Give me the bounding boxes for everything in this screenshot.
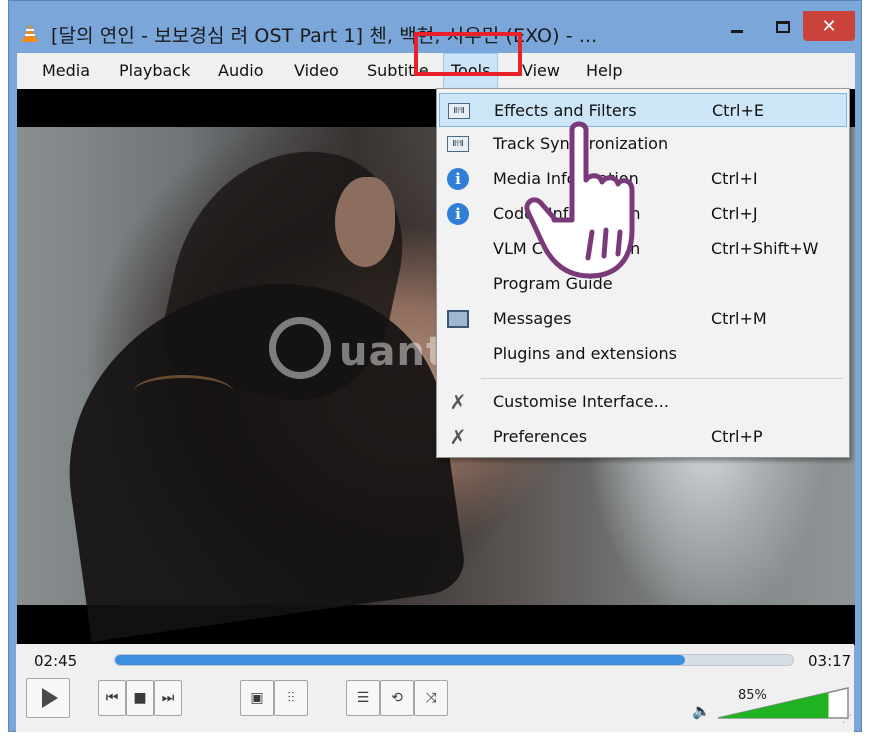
play-icon — [42, 688, 58, 708]
video-hair-shape — [45, 262, 469, 642]
shuffle-button[interactable]: ⤨ — [414, 680, 448, 716]
menu-media[interactable]: Media — [35, 53, 97, 89]
menu-audio[interactable]: Audio — [211, 53, 270, 89]
highlight-box — [414, 32, 522, 76]
fullscreen-button[interactable]: ▣ — [240, 680, 274, 716]
menu-item-messages[interactable]: Messages Ctrl+M — [439, 302, 847, 336]
menu-help[interactable]: Help — [579, 53, 629, 89]
loop-icon: ⟲ — [391, 690, 403, 706]
minimize-icon — [731, 29, 743, 33]
fullscreen-icon: ▣ — [250, 690, 264, 706]
menu-item-shortcut: Ctrl+P — [711, 427, 763, 446]
equalizer-icon: Ⅱ⫯Ⅱ — [448, 100, 470, 122]
previous-button[interactable]: ⏮ — [98, 680, 126, 716]
info-icon: i — [447, 168, 469, 190]
menu-item-preferences[interactable]: ✗ Preferences Ctrl+P — [439, 420, 847, 454]
minimize-button[interactable] — [719, 13, 755, 41]
equalizer-icon: ⫶⫶ — [287, 690, 295, 706]
maximize-button[interactable] — [765, 13, 801, 41]
seek-bar-progress — [115, 655, 685, 665]
menu-video[interactable]: Video — [287, 53, 346, 89]
playlist-button[interactable]: ☰ — [346, 680, 380, 716]
previous-icon: ⏮ — [105, 690, 119, 706]
menu-item-shortcut: Ctrl+E — [712, 101, 764, 120]
video-hairpin-shape — [133, 375, 233, 409]
seek-bar[interactable] — [114, 654, 794, 666]
tools-icon: ✗ — [449, 390, 467, 414]
info-icon: i — [447, 203, 469, 225]
menu-item-shortcut: Ctrl+J — [711, 204, 758, 223]
menu-item-customise-interface[interactable]: ✗ Customise Interface... — [439, 385, 847, 419]
hand-cursor-icon — [524, 121, 635, 279]
play-button[interactable] — [26, 678, 70, 718]
next-button[interactable]: ⏭ — [154, 680, 182, 716]
volume-percent: 85% — [738, 688, 767, 703]
menu-item-shortcut: Ctrl+I — [711, 169, 758, 188]
volume-slider[interactable] — [716, 686, 850, 720]
menu-item-shortcut: Ctrl+Shift+W — [711, 239, 819, 258]
stop-button[interactable]: ■ — [126, 680, 154, 716]
current-time: 02:45 — [34, 652, 78, 670]
menu-item-label: Customise Interface... — [493, 392, 669, 411]
speaker-icon[interactable]: 🔈 — [692, 702, 711, 720]
total-time: 03:17 — [808, 652, 852, 670]
extended-settings-button[interactable]: ⫶⫶ — [274, 680, 308, 716]
menu-item-label: Messages — [493, 309, 572, 328]
video-ear-shape — [335, 177, 395, 267]
loop-button[interactable]: ⟲ — [380, 680, 414, 716]
close-button[interactable]: ✕ — [803, 11, 855, 41]
menu-playback[interactable]: Playback — [112, 53, 197, 89]
player-controls: 02:45 03:17 ⏮ ■ ⏭ ▣ ⫶⫶ ☰ ⟲ ⤨ 🔈 85% ⋰ — [16, 644, 854, 732]
menu-item-label: Plugins and extensions — [493, 344, 677, 363]
vlc-cone-icon — [22, 24, 38, 42]
menu-view[interactable]: View — [515, 53, 567, 89]
resize-grip-icon[interactable]: ⋰ — [842, 714, 852, 725]
menu-separator — [481, 378, 843, 379]
menu-item-label: Preferences — [493, 427, 588, 446]
shuffle-icon: ⤨ — [425, 690, 437, 706]
stop-icon: ■ — [133, 690, 147, 706]
menu-item-shortcut: Ctrl+M — [711, 309, 767, 328]
tools-icon: ✗ — [449, 425, 467, 449]
menu-item-plugins-and-extensions[interactable]: Plugins and extensions — [439, 337, 847, 371]
close-icon: ✕ — [821, 15, 837, 37]
watermark-logo-icon — [269, 317, 331, 379]
maximize-icon — [776, 21, 790, 33]
equalizer-icon: Ⅱ⫯Ⅱ — [447, 133, 469, 155]
next-icon: ⏭ — [161, 690, 175, 706]
console-icon — [447, 308, 469, 330]
playlist-icon: ☰ — [356, 690, 370, 706]
